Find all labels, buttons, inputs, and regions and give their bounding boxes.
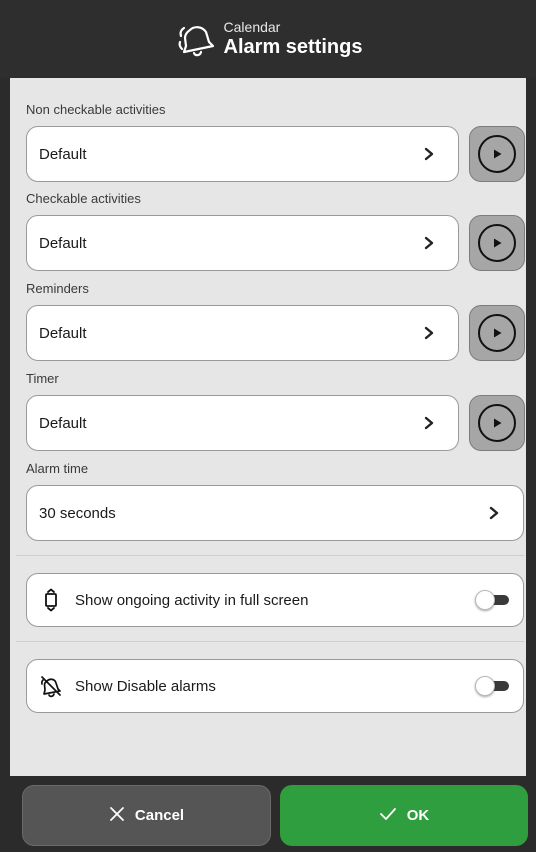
chevron-right-icon	[424, 326, 436, 340]
divider	[16, 641, 524, 642]
bottom-bar: Cancel OK	[0, 776, 536, 852]
chevron-right-icon	[424, 416, 436, 430]
chevron-right-icon	[489, 506, 501, 520]
play-icon	[478, 314, 516, 352]
checkable-label: Checkable activities	[26, 191, 141, 206]
divider	[16, 555, 524, 556]
alarm-time-value: 30 seconds	[39, 504, 116, 522]
fullscreen-activity-row[interactable]: Show ongoing activity in full screen	[26, 573, 524, 627]
play-checkable-button[interactable]	[469, 215, 525, 271]
play-reminders-button[interactable]	[469, 305, 525, 361]
reminders-label: Reminders	[26, 281, 89, 296]
check-icon	[379, 807, 397, 825]
cancel-button[interactable]: Cancel	[22, 785, 271, 846]
play-icon	[478, 224, 516, 262]
bell-off-icon	[39, 674, 63, 698]
timer-label: Timer	[26, 371, 59, 386]
checkable-value: Default	[39, 234, 87, 252]
ok-label: OK	[406, 807, 430, 824]
header-title-group: Calendar Alarm settings	[174, 19, 363, 59]
play-non-checkable-button[interactable]	[469, 126, 525, 182]
disable-alarms-label: Show Disable alarms	[75, 677, 216, 695]
fullscreen-activity-toggle[interactable]	[475, 590, 509, 610]
timer-select[interactable]: Default	[26, 395, 459, 451]
play-icon	[478, 404, 516, 442]
cancel-label: Cancel	[134, 807, 185, 824]
non-checkable-select[interactable]: Default	[26, 126, 459, 182]
play-timer-button[interactable]	[469, 395, 525, 451]
disable-alarms-toggle[interactable]	[475, 676, 509, 696]
ok-button[interactable]: OK	[280, 785, 528, 846]
disable-alarms-row[interactable]: Show Disable alarms	[26, 659, 524, 713]
alarm-time-label: Alarm time	[26, 461, 89, 476]
fullscreen-activity-label: Show ongoing activity in full screen	[75, 591, 309, 609]
reminders-value: Default	[39, 324, 87, 342]
fullscreen-activity-icon	[39, 588, 63, 612]
close-icon	[109, 806, 125, 826]
play-icon	[478, 135, 516, 173]
bell-ringing-icon	[174, 19, 218, 59]
checkable-select[interactable]: Default	[26, 215, 459, 271]
chevron-right-icon	[424, 236, 436, 250]
top-bar: Calendar Alarm settings	[0, 0, 536, 78]
non-checkable-value: Default	[39, 145, 87, 163]
header-subtitle: Calendar	[223, 19, 281, 36]
page-title: Alarm settings	[223, 35, 363, 58]
reminders-select[interactable]: Default	[26, 305, 459, 361]
chevron-right-icon	[424, 147, 436, 161]
timer-value: Default	[39, 414, 87, 432]
non-checkable-label: Non checkable activities	[26, 102, 166, 117]
alarm-time-select[interactable]: 30 seconds	[26, 485, 524, 541]
